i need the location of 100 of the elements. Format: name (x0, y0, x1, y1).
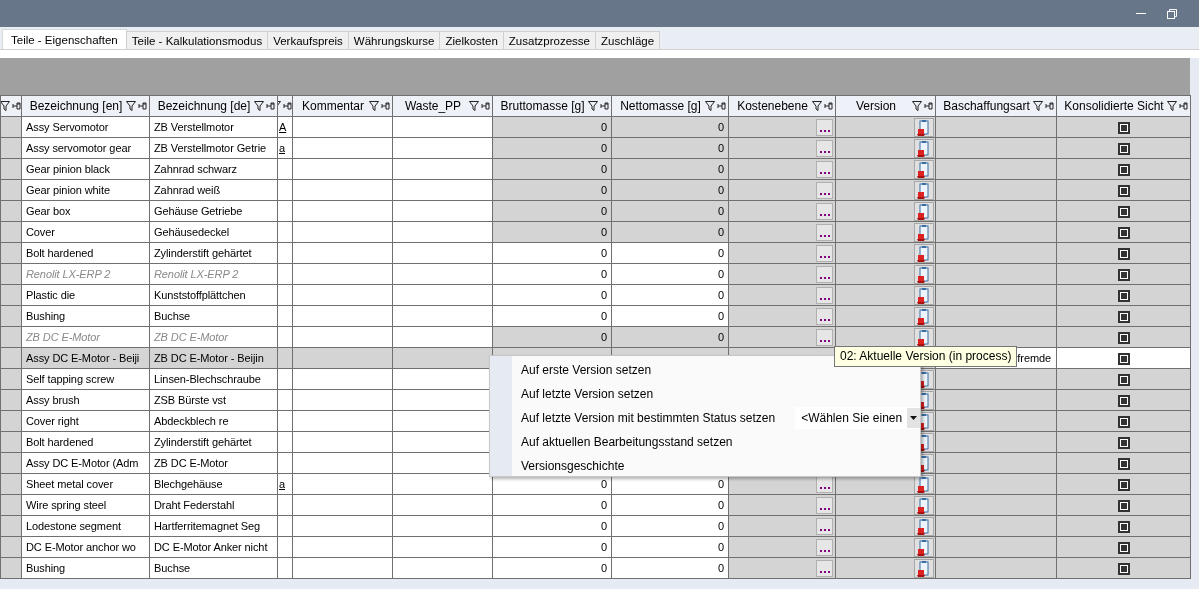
minimize-icon[interactable] (1136, 12, 1146, 15)
menu-item[interactable]: Auf erste Version setzen (490, 361, 652, 379)
checkbox[interactable] (1117, 373, 1130, 386)
row-header[interactable] (0, 515, 22, 537)
tab[interactable]: Verkaufspreis (267, 31, 349, 49)
checkbox[interactable] (1117, 184, 1130, 197)
tab[interactable]: Teile - Kalkulationsmodus (125, 31, 269, 49)
clipboard-icon[interactable] (914, 118, 934, 137)
ellipsis-button[interactable] (816, 161, 833, 178)
pin-icon[interactable] (283, 101, 292, 111)
pin-icon[interactable] (717, 101, 726, 111)
checkbox[interactable] (1117, 541, 1130, 554)
restore-icon[interactable] (1167, 8, 1177, 19)
clipboard-icon[interactable] (914, 139, 934, 158)
row-header[interactable] (0, 431, 22, 453)
row-header[interactable] (0, 263, 22, 285)
checkbox[interactable] (1117, 415, 1130, 428)
checkbox[interactable] (1117, 499, 1130, 512)
ellipsis-button[interactable] (816, 497, 833, 514)
ellipsis-button[interactable] (816, 266, 833, 283)
ellipsis-button[interactable] (816, 308, 833, 325)
checkbox[interactable] (1117, 247, 1130, 260)
filter-icon[interactable] (1167, 101, 1177, 111)
checkbox[interactable] (1117, 352, 1130, 365)
pin-icon[interactable] (1045, 101, 1054, 111)
row-header[interactable] (0, 158, 22, 180)
filter-icon[interactable] (912, 101, 922, 111)
row-header[interactable] (0, 368, 22, 390)
row-header[interactable] (0, 410, 22, 432)
column-header[interactable]: Kostenebene (728, 95, 836, 117)
column-header[interactable]: Nettomasse [g] (611, 95, 729, 117)
row-header[interactable] (0, 389, 22, 411)
column-header[interactable]: Bezeichnung [de] (149, 95, 278, 117)
column-header[interactable]: Version (835, 95, 936, 117)
menu-item[interactable]: Auf letzte Version setzen (490, 385, 654, 403)
pin-icon[interactable] (266, 101, 275, 111)
checkbox[interactable] (1117, 289, 1130, 302)
pin-icon[interactable] (381, 101, 390, 111)
clipboard-icon[interactable] (914, 223, 934, 242)
row-header[interactable] (0, 473, 22, 495)
clipboard-icon[interactable] (914, 517, 934, 536)
pin-icon[interactable] (12, 101, 21, 111)
clipboard-icon[interactable] (914, 328, 934, 347)
column-header[interactable]: Kommentar (292, 95, 393, 117)
ellipsis-button[interactable] (816, 560, 833, 577)
tab[interactable]: Zusatzprozesse (502, 31, 596, 49)
ellipsis-button[interactable] (816, 287, 833, 304)
filter-icon[interactable] (812, 101, 822, 111)
filter-icon[interactable] (1033, 101, 1043, 111)
pin-icon[interactable] (481, 101, 490, 111)
checkbox[interactable] (1117, 226, 1130, 239)
clipboard-icon[interactable] (914, 244, 934, 263)
column-header[interactable] (0, 95, 22, 117)
row-header[interactable] (0, 536, 22, 558)
checkbox[interactable] (1117, 331, 1130, 344)
filter-icon[interactable] (469, 101, 479, 111)
clipboard-icon[interactable] (914, 559, 934, 578)
ellipsis-button[interactable] (816, 539, 833, 556)
row-header[interactable] (0, 284, 22, 306)
tab[interactable]: Zuschläge (595, 31, 661, 49)
tab[interactable]: Teile - Eigenschaften (2, 29, 127, 49)
checkbox[interactable] (1117, 121, 1130, 134)
checkbox[interactable] (1117, 562, 1130, 575)
row-header[interactable] (0, 179, 22, 201)
column-header[interactable]: Bezeichnung [en] (21, 95, 150, 117)
row-header[interactable] (0, 326, 22, 348)
ellipsis-button[interactable] (816, 140, 833, 157)
menu-item[interactable]: Versionsgeschichte (490, 457, 625, 475)
checkbox[interactable] (1117, 457, 1130, 470)
checkbox[interactable] (1117, 478, 1130, 491)
row-header[interactable] (0, 452, 22, 474)
row-header[interactable] (0, 557, 22, 579)
clipboard-icon[interactable] (914, 286, 934, 305)
status-dropdown[interactable]: <Wählen Sie einen (795, 407, 920, 429)
clipboard-icon[interactable] (914, 181, 934, 200)
pin-icon[interactable] (1179, 101, 1188, 111)
clipboard-icon[interactable] (914, 496, 934, 515)
row-header[interactable] (0, 494, 22, 516)
tab[interactable]: Zielkosten (439, 31, 504, 49)
checkbox[interactable] (1117, 268, 1130, 281)
ellipsis-button[interactable] (816, 203, 833, 220)
row-header[interactable] (0, 221, 22, 243)
checkbox[interactable] (1117, 310, 1130, 323)
checkbox[interactable] (1117, 436, 1130, 449)
menu-item[interactable]: Auf letzte Version mit bestimmten Status setzen (490, 409, 776, 427)
clipboard-icon[interactable] (914, 202, 934, 221)
ellipsis-button[interactable] (816, 329, 833, 346)
row-header[interactable] (0, 347, 22, 369)
pin-icon[interactable] (138, 101, 147, 111)
pin-icon[interactable] (924, 101, 933, 111)
pin-icon[interactable] (600, 101, 609, 111)
row-header[interactable] (0, 305, 22, 327)
row-header[interactable] (0, 242, 22, 264)
filter-icon[interactable] (705, 101, 715, 111)
row-header[interactable] (0, 200, 22, 222)
pin-icon[interactable] (824, 101, 833, 111)
row-header[interactable] (0, 137, 22, 159)
checkbox[interactable] (1117, 205, 1130, 218)
ellipsis-button[interactable] (816, 224, 833, 241)
checkbox[interactable] (1117, 394, 1130, 407)
